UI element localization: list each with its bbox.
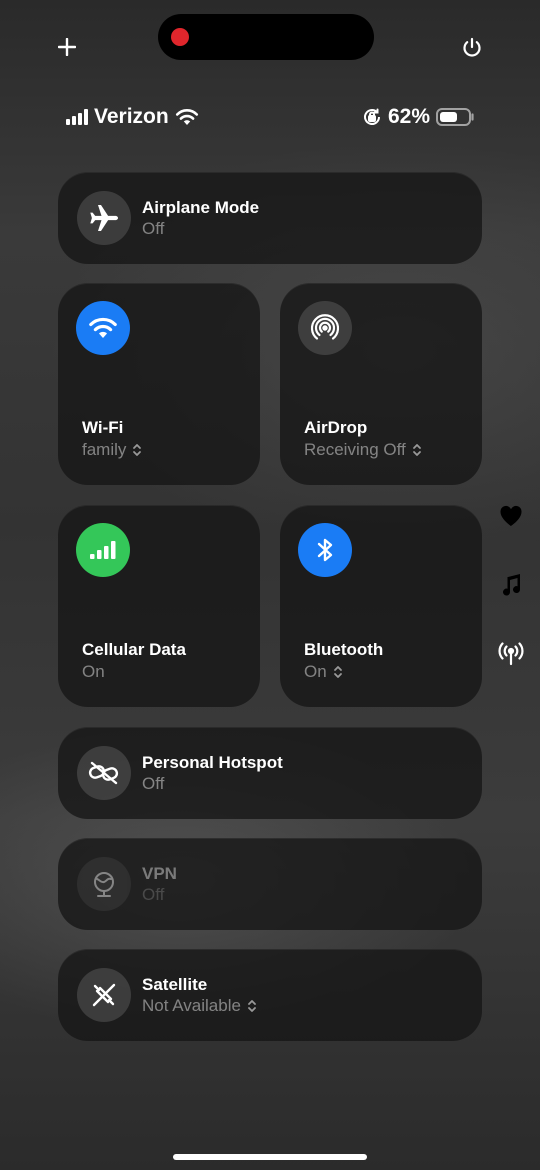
hotspot-status: Off (142, 774, 165, 793)
hotspot-title: Personal Hotspot (142, 753, 283, 772)
wifi-network[interactable]: family (82, 440, 142, 460)
airdrop-status[interactable]: Receiving Off (304, 440, 422, 460)
airplane-mode-title: Airplane Mode (142, 198, 260, 217)
carrier-label: Verizon (94, 105, 169, 128)
bluetooth-status[interactable]: On (304, 662, 343, 682)
wifi-title: Wi-Fi (82, 418, 124, 437)
chevron-updown-icon (248, 1000, 256, 1012)
chevron-updown-icon (333, 666, 342, 678)
airplane-mode-toggle[interactable]: Airplane Mode Off (58, 172, 482, 264)
bluetooth-tile[interactable]: Bluetooth On (280, 505, 482, 707)
antenna-icon[interactable] (498, 641, 524, 667)
status-bar-left: Verizon (66, 104, 199, 130)
satellite-icon (77, 968, 131, 1022)
satellite-toggle[interactable]: Satellite Not Available (58, 949, 482, 1041)
wifi-icon[interactable] (76, 301, 130, 355)
vpn-toggle[interactable]: VPN Off (58, 838, 482, 930)
vpn-status: Off (142, 885, 165, 904)
signal-icon (66, 109, 88, 125)
cellular-status: On (82, 662, 105, 681)
bluetooth-icon[interactable] (298, 523, 352, 577)
home-indicator[interactable] (173, 1154, 367, 1160)
vpn-title: VPN (142, 864, 177, 883)
personal-hotspot-toggle[interactable]: Personal Hotspot Off (58, 727, 482, 819)
music-note-icon[interactable] (498, 572, 524, 598)
satellite-status[interactable]: Not Available (142, 996, 257, 1016)
satellite-title: Satellite (142, 975, 208, 994)
battery-percent: 62% (387, 105, 430, 128)
cellular-title: Cellular Data (82, 640, 186, 659)
heart-icon[interactable] (498, 503, 524, 529)
airdrop-title: AirDrop (304, 418, 368, 437)
dynamic-island (158, 14, 374, 60)
add-control-button[interactable] (56, 36, 78, 58)
orientation-lock-icon (362, 107, 382, 127)
bluetooth-title: Bluetooth (304, 640, 384, 659)
airplane-mode-status: Off (142, 219, 165, 238)
recording-indicator (171, 28, 189, 46)
airplane-icon (77, 191, 131, 245)
cellular-icon[interactable] (76, 523, 130, 577)
battery-icon (436, 107, 476, 127)
airdrop-icon[interactable] (298, 301, 352, 355)
hotspot-icon (77, 746, 131, 800)
chevron-updown-icon (412, 444, 421, 456)
airdrop-tile[interactable]: AirDrop Receiving Off (280, 283, 482, 485)
cellular-data-tile[interactable]: Cellular Data On (58, 505, 260, 707)
status-bar-right: 62% (362, 104, 476, 130)
vpn-icon (77, 857, 131, 911)
wifi-status-icon (175, 108, 199, 126)
power-button[interactable] (460, 36, 484, 60)
wifi-tile[interactable]: Wi-Fi family (58, 283, 260, 485)
chevron-updown-icon (133, 444, 142, 456)
